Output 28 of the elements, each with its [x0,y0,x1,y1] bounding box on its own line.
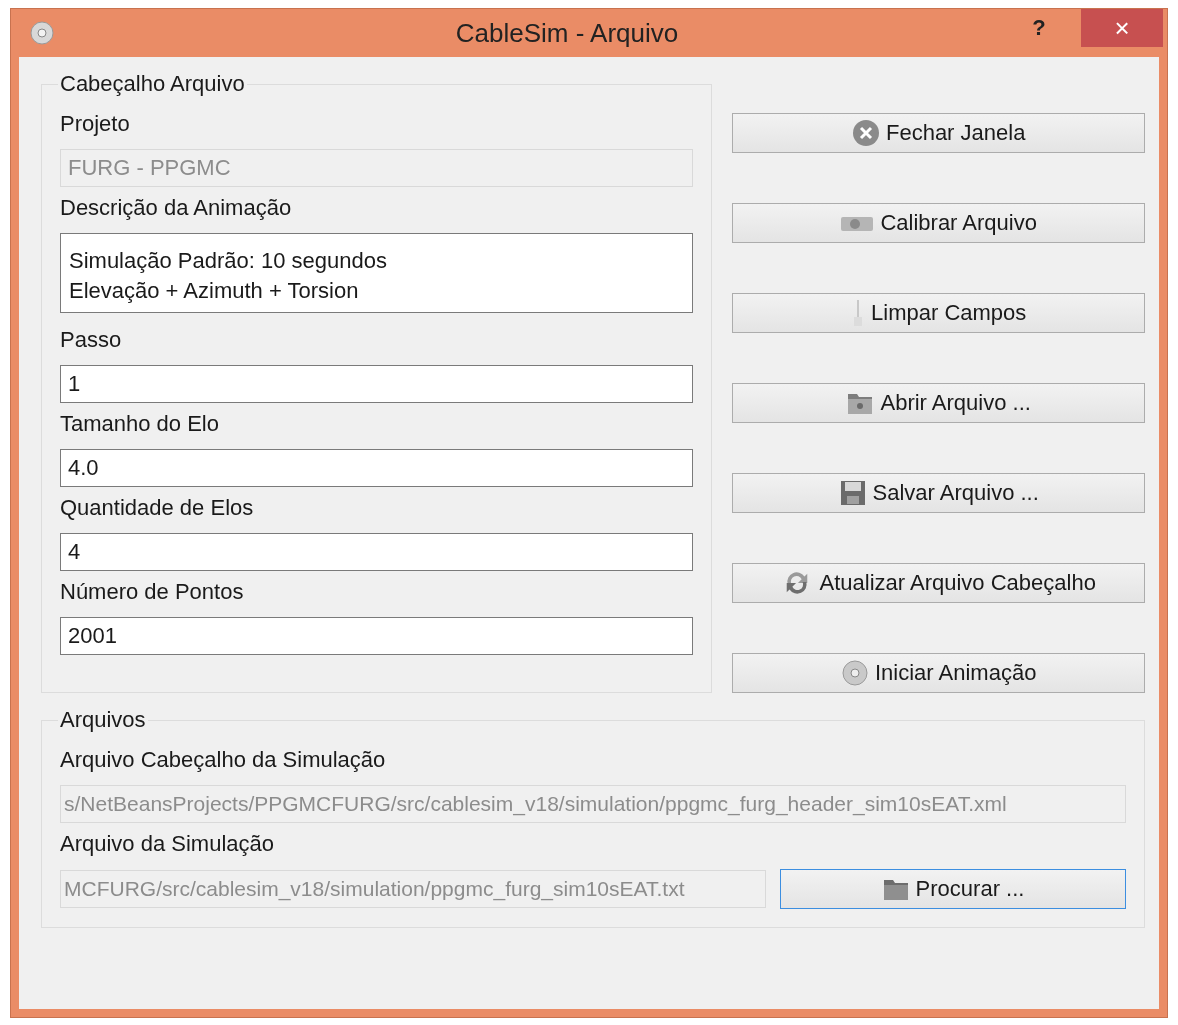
disc-icon [840,659,869,687]
field-label: Quantidade de Elos [60,495,255,521]
group-title: Arquivos [59,707,147,733]
input-field[interactable]: 2001 [60,617,694,655]
help-button[interactable]: ? [1019,11,1059,45]
action-button[interactable]: Limpar Campos [732,293,1145,333]
action-button[interactable]: Fechar Janela [732,113,1145,153]
close-circle-icon [851,119,880,147]
close-button[interactable]: × [1081,9,1163,47]
group-title: Cabeçalho Arquivo [59,71,246,97]
app-icon [29,20,55,46]
field-label: Número de Pontos [60,579,245,605]
text-area[interactable]: Simulação Padrão: 10 segundos Elevação + Azimuth + Torsion [60,233,694,313]
field-label: Descrição da Animação [60,195,293,221]
input-field[interactable]: 4.0 [60,449,694,487]
field-label: Tamanho do Elo [60,411,220,437]
field-label: Arquivo Cabeçalho da Simulação [60,747,387,773]
action-button[interactable]: Atualizar Arquivo Cabeçalho [732,563,1145,603]
action-button[interactable]: Salvar Arquivo ... [732,473,1145,513]
action-button[interactable]: Iniciar Animação [732,653,1145,693]
field-label: Passo [60,327,123,353]
field-label: Projeto [60,111,131,137]
field-label: Arquivo da Simulação [60,831,275,857]
action-button[interactable]: Calibrar Arquivo [732,203,1145,243]
input-field[interactable]: 4 [60,533,694,571]
window-title: CableSim - Arquivo [454,17,680,49]
input-field[interactable]: 1 [60,365,694,403]
action-button[interactable]: Abrir Arquivo ... [732,383,1145,423]
